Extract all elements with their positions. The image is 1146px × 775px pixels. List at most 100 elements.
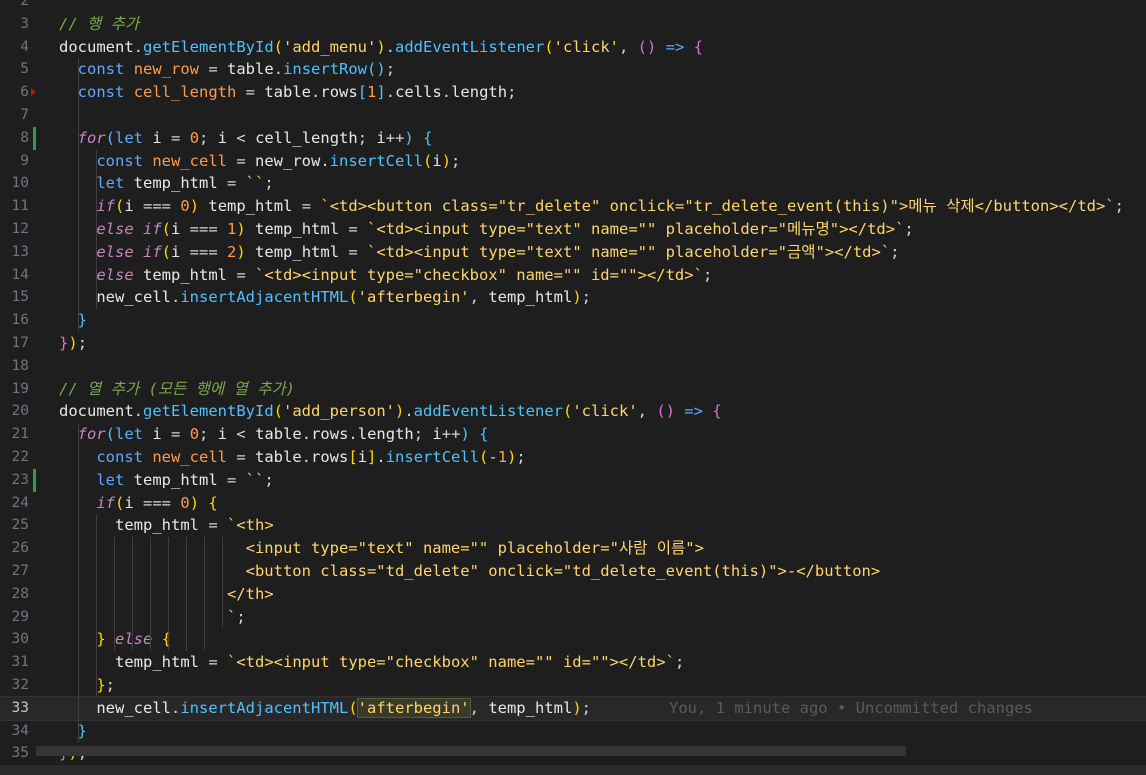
code-token: , xyxy=(619,37,638,56)
code-line[interactable]: 13 else if(i === 2) temp_html = `<td><in… xyxy=(0,241,1146,264)
code-token: temp_html xyxy=(143,265,227,284)
code-line[interactable]: 34 } xyxy=(0,720,1146,743)
code-text: else if(i === 2) temp_html = `<td><input… xyxy=(59,241,899,264)
line-number: 3 xyxy=(20,15,29,32)
code-text: let temp_html = ``; xyxy=(59,469,273,492)
code-token: ) xyxy=(441,151,452,170)
code-line[interactable]: 21 for(let i = 0; i < table.rows.length;… xyxy=(0,423,1146,446)
code-token: table xyxy=(227,60,274,79)
code-token: = xyxy=(227,448,255,466)
line-number: 31 xyxy=(11,654,29,671)
code-line[interactable]: 20 document.getElementById('add_person').… xyxy=(0,400,1146,423)
code-line[interactable]: 23 let temp_html = ``; xyxy=(0,469,1146,492)
code-token: insertCell xyxy=(385,448,480,466)
code-line[interactable]: 19 // 열 추가 (모든 행에 열 추가) xyxy=(0,378,1146,401)
code-line[interactable]: 32 }; xyxy=(0,674,1146,697)
code-token: 1 xyxy=(497,448,508,466)
code-token: = xyxy=(339,220,368,238)
code-token: { xyxy=(693,37,704,56)
code-token: document xyxy=(59,402,134,421)
code-text: const new_cell = table.rows[i].insertCel… xyxy=(59,446,525,469)
code-line[interactable]: 24 if(i === 0) { xyxy=(0,492,1146,515)
code-token: 'afterbegin' xyxy=(356,697,471,718)
code-token: => xyxy=(675,402,703,421)
code-line[interactable]: 33 new_cell.insertAdjacentHTML('afterbeg… xyxy=(0,695,1146,721)
code-line[interactable]: 8 for(let i = 0; i < cell_length; i++) { xyxy=(0,127,1146,150)
code-token: = xyxy=(161,425,190,444)
code-token: } xyxy=(59,334,69,352)
code-line[interactable]: 6 const cell_length = table.rows[1].cell… xyxy=(0,81,1146,104)
code-token: } xyxy=(96,630,106,649)
code-line[interactable]: 10 let temp_html = ``; xyxy=(0,172,1146,195)
code-line[interactable]: 18 xyxy=(0,355,1146,378)
code-line[interactable]: 4 document.getElementById('add_menu').add… xyxy=(0,36,1146,59)
git-blame-annotation: You, 1 minute ago • Uncommitted changes xyxy=(669,698,1033,717)
code-line[interactable]: 25 temp_html = `<th> xyxy=(0,514,1146,537)
code-line[interactable]: 14 else temp_html = `<td><input type="ch… xyxy=(0,264,1146,287)
indent-guide xyxy=(78,423,79,743)
code-token: if xyxy=(96,493,115,512)
code-token: i xyxy=(432,425,442,444)
code-token: . xyxy=(133,402,143,421)
line-number: 25 xyxy=(11,517,29,534)
code-line[interactable]: 7 xyxy=(0,104,1146,127)
code-line[interactable]: 17}); xyxy=(0,332,1146,355)
code-token: 'afterbegin' xyxy=(357,288,470,307)
code-token: 0 xyxy=(180,197,190,216)
code-line[interactable]: 22 const new_cell = table.rows[i].insert… xyxy=(0,446,1146,469)
code-token: === xyxy=(180,220,228,238)
code-line[interactable]: 12 else if(i === 1) temp_html = `<td><in… xyxy=(0,218,1146,241)
line-number: 14 xyxy=(11,266,29,283)
code-token: . xyxy=(273,60,284,79)
code-line[interactable]: 28 </th> xyxy=(0,583,1146,606)
code-line[interactable]: 16 } xyxy=(0,309,1146,332)
code-token: } xyxy=(77,311,88,330)
code-token: . xyxy=(441,83,452,102)
line-number: 7 xyxy=(20,107,29,123)
code-token: ++ xyxy=(441,425,461,444)
code-line[interactable]: 5 const new_row = table.insertRow(); xyxy=(0,58,1146,81)
code-token: temp_html xyxy=(133,174,218,193)
code-token: === xyxy=(133,493,181,512)
line-number: 29 xyxy=(11,608,29,625)
code-token: ; xyxy=(702,265,713,284)
code-token: i xyxy=(357,448,368,466)
code-line[interactable]: 15 new_cell.insertAdjacentHTML('afterbeg… xyxy=(0,286,1146,309)
code-token: [ xyxy=(357,83,368,102)
code-token: ) xyxy=(404,128,414,147)
code-line[interactable]: 27 <button class="td_delete" onclick="td… xyxy=(0,560,1146,583)
code-token: <input type="text" name="" placeholder="… xyxy=(59,539,704,558)
code-line[interactable]: 2 xyxy=(0,0,1146,13)
code-token: for xyxy=(77,128,106,147)
code-token: = xyxy=(236,83,265,102)
code-text: }; xyxy=(59,674,115,697)
code-line[interactable]: 30 } else { xyxy=(0,628,1146,651)
code-token: `<td><button class="tr_delete" onclick="… xyxy=(320,197,1115,216)
code-token: 0 xyxy=(189,425,200,444)
code-token: length xyxy=(357,425,414,444)
line-number: 15 xyxy=(11,289,29,306)
code-line[interactable]: 31 temp_html = `<td><input type="checkbo… xyxy=(0,651,1146,674)
code-token: ( xyxy=(105,128,116,147)
code-line[interactable]: 9 const new_cell = new_row.insertCell(i)… xyxy=(0,150,1146,173)
code-token: 1 xyxy=(367,83,377,102)
code-editor[interactable]: 2 3// 행 추가 4 document.getElementById('add_m… xyxy=(0,0,1146,775)
code-text: new_cell.insertAdjacentHTML('afterbegin'… xyxy=(59,286,591,309)
code-line[interactable]: 3 // 행 추가 xyxy=(0,13,1146,36)
code-line[interactable]: 26 <input type="text" name="" placeholde… xyxy=(0,537,1146,560)
code-line[interactable]: 11 if(i === 0) temp_html = `<td><button … xyxy=(0,195,1146,218)
code-token: i xyxy=(217,425,228,444)
code-token: => xyxy=(656,37,685,56)
code-token: ; xyxy=(236,607,246,626)
code-token: i xyxy=(171,242,181,261)
code-token: < xyxy=(227,128,256,147)
code-text: document.getElementById('add_person').ad… xyxy=(59,400,722,423)
horizontal-scrollbar[interactable] xyxy=(36,746,906,756)
line-number: 27 xyxy=(11,563,29,579)
line-number: 10 xyxy=(11,175,29,192)
code-line[interactable]: 29 `; xyxy=(0,606,1146,629)
